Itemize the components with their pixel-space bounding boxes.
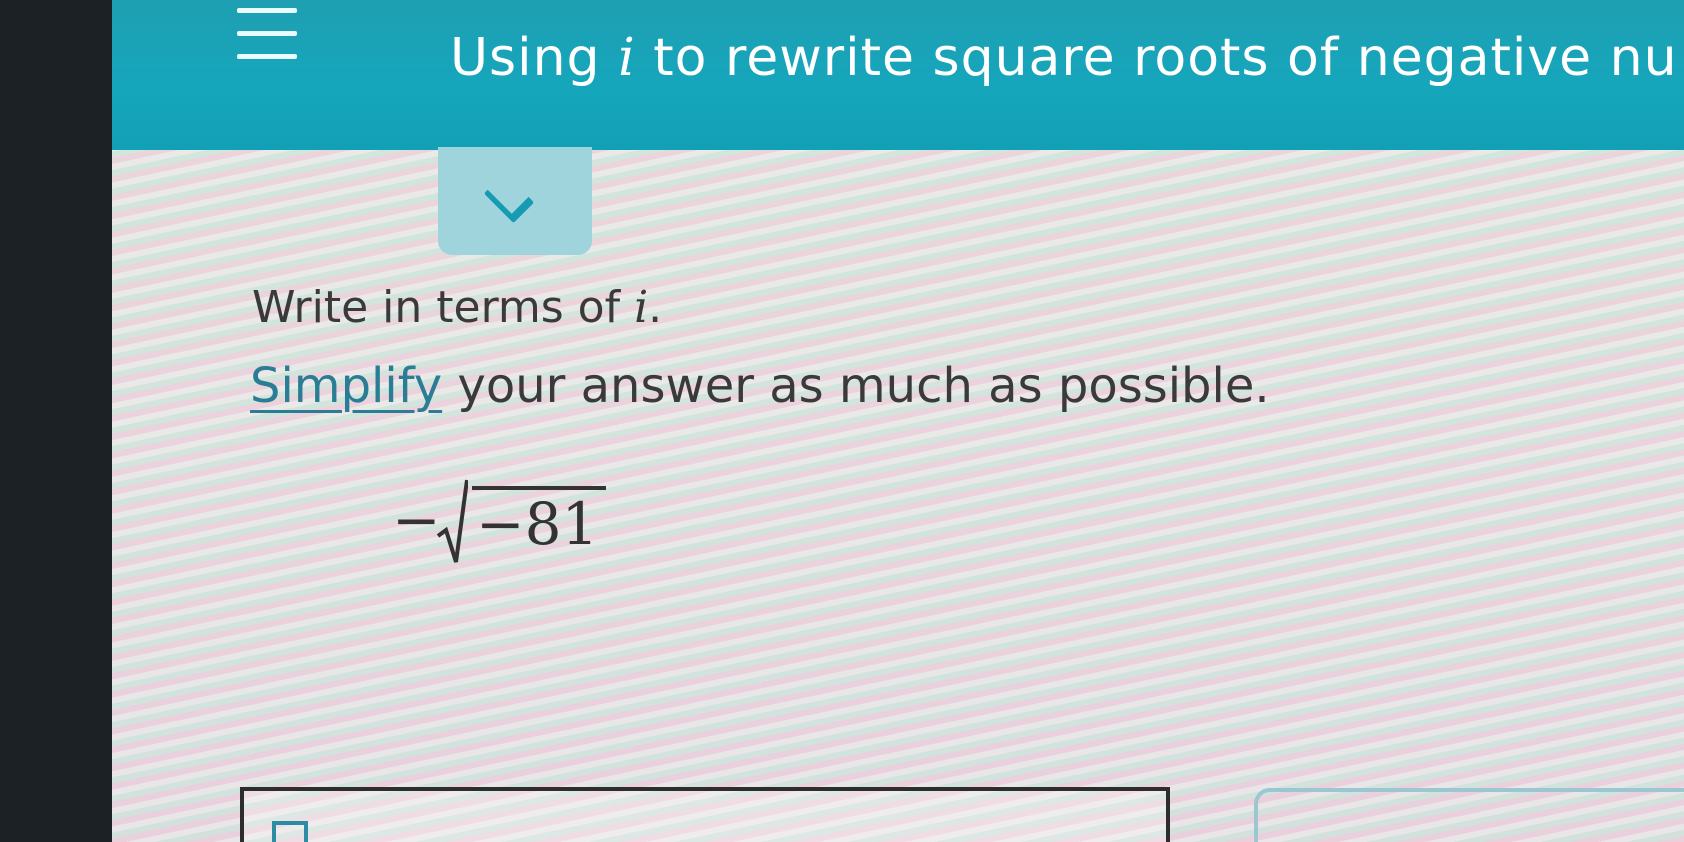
topic-title-before: Using (450, 28, 619, 88)
simplify-instruction-rest: your answer as much as possible. (442, 358, 1270, 414)
instruction-variable: i (634, 282, 649, 333)
collapse-toggle-button[interactable] (438, 147, 592, 255)
hamburger-line (237, 54, 297, 59)
hamburger-line (237, 31, 297, 36)
simplify-instruction: Simplify your answer as much as possible… (250, 358, 1270, 414)
instruction-before: Write in terms of (252, 282, 635, 333)
topic-title: Using i to rewrite square roots of negat… (450, 28, 1678, 88)
expression-radicand: −81 (472, 486, 607, 558)
math-tool-panel[interactable] (1254, 788, 1684, 842)
instruction-after: . (648, 282, 663, 333)
answer-input[interactable] (240, 787, 1170, 842)
topic-title-variable: i (618, 28, 636, 88)
topic-title-after: to rewrite square roots of negative nu (635, 28, 1678, 88)
simplify-link[interactable]: Simplify (250, 358, 442, 414)
expression-sign: − (392, 486, 441, 554)
hamburger-menu-icon[interactable] (237, 8, 297, 60)
topic-header: Using i to rewrite square roots of negat… (112, 0, 1684, 150)
chevron-down-icon (483, 172, 535, 224)
placeholder-icon (272, 821, 308, 842)
app-screen: Using i to rewrite square roots of negat… (112, 0, 1684, 842)
radical-icon (436, 479, 468, 563)
hamburger-line (237, 8, 297, 13)
instruction-text: Write in terms of i. (252, 282, 662, 333)
